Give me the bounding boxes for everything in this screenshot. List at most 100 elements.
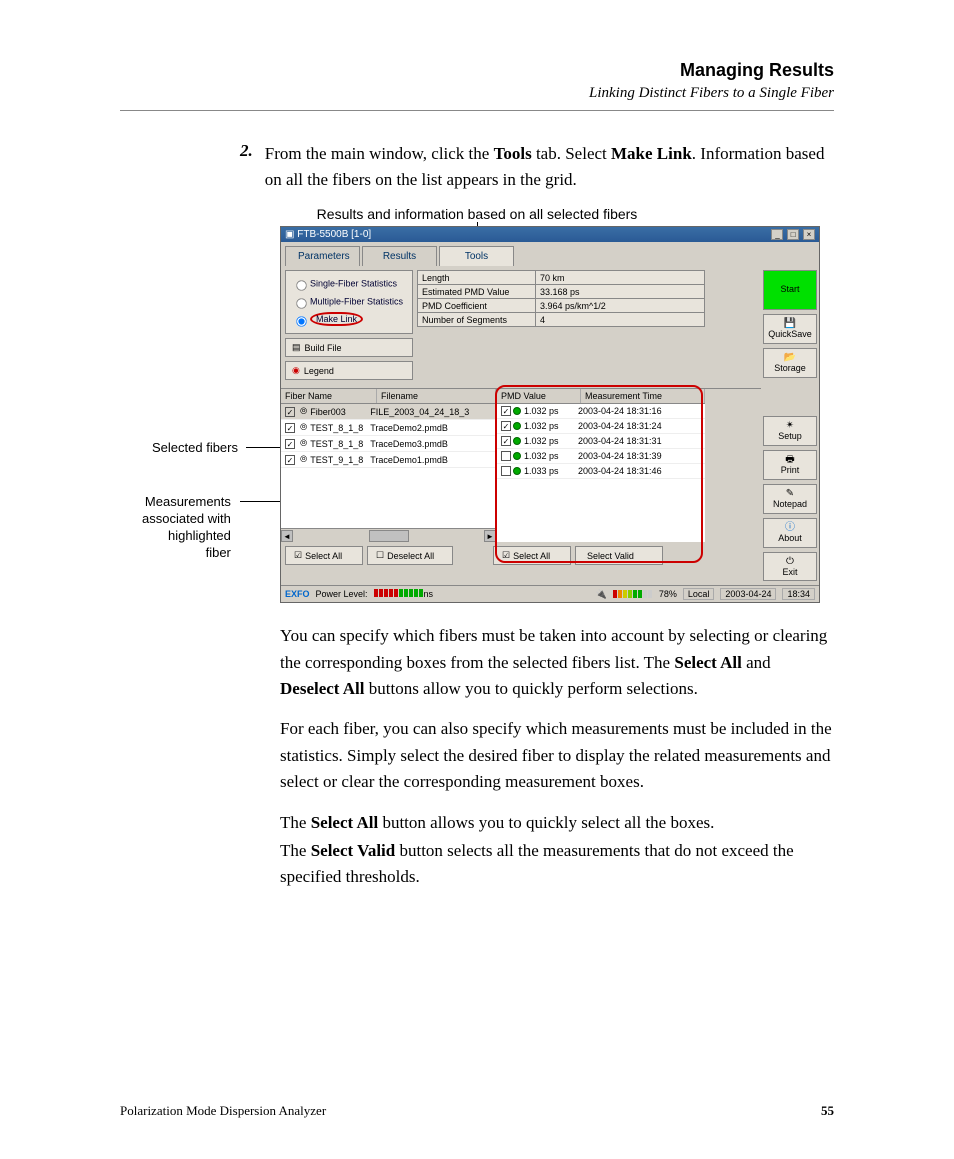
window-titlebar: ▣ FTB-5500B [1-0] _ □ ×	[281, 227, 819, 242]
maximize-button[interactable]: □	[787, 229, 799, 240]
printer-icon: 🖶	[764, 454, 816, 465]
horizontal-scrollbar[interactable]: ◄►	[281, 528, 496, 542]
measurement-checkbox[interactable]: ✓	[501, 421, 511, 431]
fiber-row[interactable]: ✓⦾TEST_8_1_8TraceDemo2.pmdB	[281, 420, 496, 436]
radio-make-link[interactable]: Make Link	[290, 311, 408, 329]
body-paragraph-2: For each fiber, you can also specify whi…	[280, 716, 834, 795]
folder-icon: 📂	[764, 352, 816, 363]
status-dot-icon	[513, 407, 521, 415]
power-icon: ⏻	[764, 556, 816, 567]
body-paragraph-3: The Select All button allows you to quic…	[280, 810, 834, 836]
exit-button[interactable]: ⏻Exit	[763, 552, 817, 582]
fiber-checkbox[interactable]: ✓	[285, 423, 295, 433]
fiber-row[interactable]: ✓⦾TEST_9_1_8TraceDemo1.pmdB	[281, 452, 496, 468]
legend-button[interactable]: ◉Legend	[285, 361, 413, 380]
step-tools-label: Tools	[494, 144, 532, 163]
measurement-checkbox[interactable]	[501, 466, 511, 476]
info-label: Estimated PMD Value	[418, 285, 536, 299]
build-file-button[interactable]: ▤Build File	[285, 338, 413, 357]
header-rule	[120, 110, 834, 111]
storage-button[interactable]: 📂Storage	[763, 348, 817, 378]
measurement-row[interactable]: ✓1.032 ps2003-04-24 18:31:16	[497, 404, 705, 419]
measurement-time: 2003-04-24 18:31:16	[578, 406, 662, 416]
col-header-time[interactable]: Measurement Time	[581, 389, 705, 403]
col-header-pmd[interactable]: PMD Value	[497, 389, 581, 403]
radio-multi-fiber[interactable]: Multiple-Fiber Statistics	[290, 293, 408, 311]
col-header-filename[interactable]: Filename	[377, 389, 496, 403]
body-paragraph-1: You can specify which fibers must be tak…	[280, 623, 834, 702]
select-all-measurements-button[interactable]: ☑Select All	[493, 546, 571, 565]
print-button[interactable]: 🖶Print	[763, 450, 817, 480]
notepad-icon: ✎	[764, 488, 816, 499]
select-valid-button[interactable]: Select Valid	[575, 546, 663, 565]
col-header-fiber[interactable]: Fiber Name	[281, 389, 377, 403]
file-icon: ▤	[292, 342, 301, 353]
setup-button[interactable]: ✴Setup	[763, 416, 817, 446]
status-percent: 78%	[659, 589, 677, 599]
connector-icon: 🔌	[596, 589, 607, 600]
fiber-name: TEST_9_1_8	[310, 455, 370, 465]
measurement-checkbox[interactable]	[501, 451, 511, 461]
tools-icon: ✴	[764, 420, 816, 431]
measurement-row[interactable]: 1.032 ps2003-04-24 18:31:39	[497, 449, 705, 464]
status-time: 18:34	[782, 588, 815, 600]
quicksave-button[interactable]: 💾QuickSave	[763, 314, 817, 344]
status-date: 2003-04-24	[720, 588, 776, 600]
step-text-part: From the main window, click the	[265, 144, 494, 163]
deselect-all-fibers-button[interactable]: ☐Deselect All	[367, 546, 453, 565]
measurement-time: 2003-04-24 18:31:39	[578, 451, 662, 461]
about-button[interactable]: ⓘAbout	[763, 518, 817, 548]
pmd-value: 1.032 ps	[524, 421, 578, 431]
notepad-button[interactable]: ✎Notepad	[763, 484, 817, 514]
status-dot-icon	[513, 422, 521, 430]
fiber-checkbox[interactable]: ✓	[285, 455, 295, 465]
fiber-filename: TraceDemo3.pmdB	[370, 439, 492, 449]
fiber-name: TEST_8_1_8	[310, 439, 370, 449]
pmd-value: 1.032 ps	[524, 436, 578, 446]
start-button[interactable]: Start	[763, 270, 817, 310]
statistics-radio-group: Single-Fiber Statistics Multiple-Fiber S…	[285, 270, 413, 334]
fiber-name: TEST_8_1_8	[310, 423, 370, 433]
tab-tools[interactable]: Tools	[439, 246, 514, 266]
measurement-grid: PMD Value Measurement Time ✓1.032 ps2003…	[497, 389, 705, 542]
save-icon: 💾	[764, 318, 816, 329]
info-table: Length70 km Estimated PMD Value33.168 ps…	[417, 270, 705, 327]
minimize-button[interactable]: _	[771, 229, 783, 240]
fiber-checkbox[interactable]: ✓	[285, 407, 295, 417]
close-button[interactable]: ×	[803, 229, 815, 240]
figure-wrapper: Selected fibers Measurements associated …	[280, 226, 834, 603]
status-dot-icon	[513, 452, 521, 460]
fiber-checkbox[interactable]: ✓	[285, 439, 295, 449]
fiber-row[interactable]: ✓⦾Fiber003FILE_2003_04_24_18_3	[281, 404, 496, 420]
brand-label: EXFO	[285, 589, 310, 599]
fiber-icon: ⦾	[300, 422, 307, 433]
leader-line	[240, 501, 280, 502]
fiber-grid: Fiber Name Filename ✓⦾Fiber003FILE_2003_…	[281, 389, 497, 542]
status-dot-icon	[513, 437, 521, 445]
measurement-row[interactable]: 1.033 ps2003-04-24 18:31:46	[497, 464, 705, 479]
measurement-row[interactable]: ✓1.032 ps2003-04-24 18:31:31	[497, 434, 705, 449]
info-icon: ⓘ	[764, 522, 816, 533]
measurement-time: 2003-04-24 18:31:24	[578, 421, 662, 431]
body-paragraph-4: The Select Valid button selects all the …	[280, 838, 834, 891]
step-text-part: tab. Select	[532, 144, 611, 163]
fiber-icon: ⦾	[300, 406, 307, 417]
status-bar: EXFO Power Level: ns 🔌 78% Local 2003-04…	[281, 585, 819, 602]
fiber-filename: FILE_2003_04_24_18_3	[370, 407, 492, 417]
info-value: 70 km	[536, 271, 705, 285]
side-label-measurements: Measurements associated with highlighted…	[142, 494, 231, 562]
measurement-checkbox[interactable]: ✓	[501, 406, 511, 416]
fiber-icon: ⦾	[300, 438, 307, 449]
checkbox-icon: ☑	[294, 550, 302, 561]
measurement-row[interactable]: ✓ 1.032 ps2003-04-24 18:31:24	[497, 419, 705, 434]
select-all-fibers-button[interactable]: ☑Select All	[285, 546, 363, 565]
fiber-row[interactable]: ✓ ⦾TEST_8_1_8TraceDemo3.pmdB	[281, 436, 496, 452]
radio-single-fiber[interactable]: Single-Fiber Statistics	[290, 275, 408, 293]
measurement-checkbox[interactable]: ✓	[501, 436, 511, 446]
fiber-filename: TraceDemo1.pmdB	[370, 455, 492, 465]
pmd-value: 1.032 ps	[524, 451, 578, 461]
tab-results[interactable]: Results	[362, 246, 437, 266]
tab-parameters[interactable]: Parameters	[285, 246, 360, 266]
step-text: From the main window, click the Tools ta…	[265, 141, 834, 192]
status-local: Local	[683, 588, 715, 600]
